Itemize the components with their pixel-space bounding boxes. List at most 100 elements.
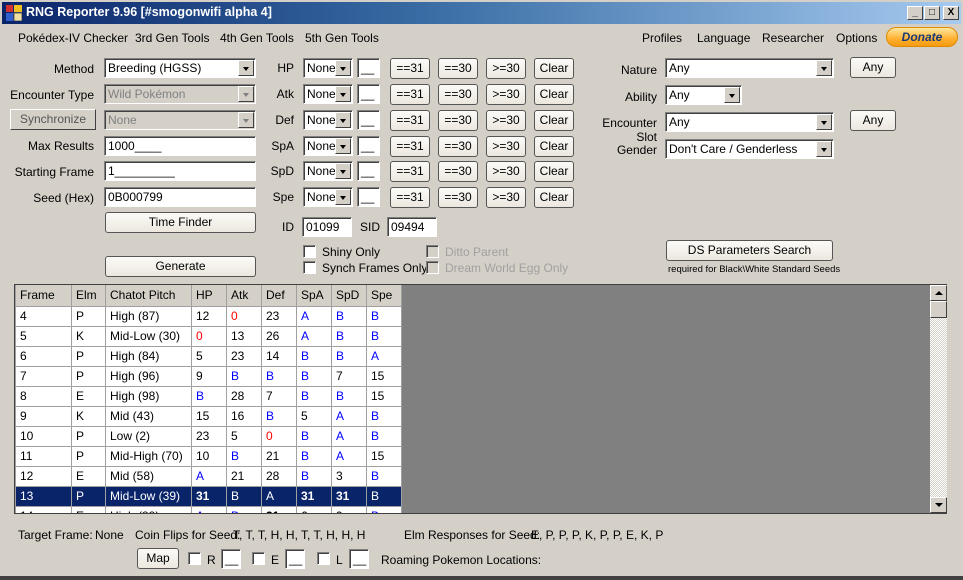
shiny-only-checkbox[interactable] [303,245,316,258]
table-row[interactable]: 7 P High (96) 9 B B B 7 15 [15,365,402,387]
iv-atk-value-input[interactable]: __ [357,84,380,104]
synch-frames-only-checkbox[interactable] [303,261,316,274]
iv-hp-mode-select[interactable]: None [303,58,353,78]
chevron-down-icon[interactable] [816,60,832,76]
iv-atk-eq31-button[interactable]: ==31 [390,84,430,105]
chevron-down-icon[interactable] [335,112,351,128]
chevron-down-icon[interactable] [335,138,351,154]
column-header-chatot-pitch[interactable]: Chatot Pitch [105,285,192,307]
menu-3rd-gen-tools[interactable]: 3rd Gen Tools [135,31,210,45]
sid-input[interactable]: 09494 [387,217,437,237]
iv-spa-mode-select[interactable]: None [303,136,353,156]
table-row[interactable]: 11 P Mid-High (70) 10 B 21 B A 15 [15,445,402,467]
chevron-down-icon[interactable] [335,86,351,102]
iv-spd-eq30-button[interactable]: ==30 [438,161,478,182]
iv-def-eq31-button[interactable]: ==31 [390,110,430,131]
iv-spa-eq30-button[interactable]: ==30 [438,136,478,157]
table-row[interactable]: 5 K Mid-Low (30) 0 13 26 A B B [15,325,402,347]
chevron-down-icon[interactable] [335,189,351,205]
column-header-hp[interactable]: HP [191,285,227,307]
table-row[interactable]: 14EHigh (88)AB3169B [15,505,402,513]
iv-spa-value-input[interactable]: __ [357,136,380,156]
iv-spe-eq31-button[interactable]: ==31 [390,187,430,208]
minimize-button[interactable]: _ [907,6,923,20]
menu-5th-gen-tools[interactable]: 5th Gen Tools [305,31,379,45]
iv-hp-value-input[interactable]: __ [357,58,380,78]
nature-any-button[interactable]: Any [850,57,896,78]
iv-atk-clear-button[interactable]: Clear [534,84,574,105]
roamer-r-input[interactable]: __ [221,549,241,569]
menu-profiles[interactable]: Profiles [642,31,682,45]
iv-spe-mode-select[interactable]: None [303,187,353,207]
maximize-button[interactable]: □ [924,6,940,20]
column-header-atk[interactable]: Atk [226,285,262,307]
chevron-down-icon[interactable] [335,163,351,179]
iv-hp-clear-button[interactable]: Clear [534,58,574,79]
method-select[interactable]: Breeding (HGSS) [104,58,256,78]
donate-button[interactable]: Donate [886,27,958,47]
iv-hp-eq30-button[interactable]: ==30 [438,58,478,79]
column-header-spe[interactable]: Spe [366,285,402,307]
menu-4th-gen-tools[interactable]: 4th Gen Tools [220,31,294,45]
table-row[interactable]: 8 E High (98) B 28 7 B B 15 [15,385,402,407]
close-button[interactable]: X [943,6,959,20]
iv-hp-eq31-button[interactable]: ==31 [390,58,430,79]
iv-spe-ge30-button[interactable]: >=30 [486,187,526,208]
iv-spa-eq31-button[interactable]: ==31 [390,136,430,157]
iv-spd-value-input[interactable]: __ [357,161,380,181]
column-header-frame[interactable]: Frame [15,285,72,307]
table-row[interactable]: 4 P High (87) 12 0 23 A B B [15,305,402,327]
iv-def-clear-button[interactable]: Clear [534,110,574,131]
scroll-down-icon[interactable] [930,497,947,513]
column-header-elm[interactable]: Elm [71,285,106,307]
iv-hp-ge30-button[interactable]: >=30 [486,58,526,79]
map-button[interactable]: Map [137,548,179,569]
chevron-down-icon[interactable] [335,60,351,76]
column-header-spa[interactable]: SpA [296,285,332,307]
id-input[interactable]: 01099 [302,217,352,237]
iv-spe-clear-button[interactable]: Clear [534,187,574,208]
table-row[interactable]: 10 P Low (2) 23 5 0 B A B [15,425,402,447]
iv-spe-eq30-button[interactable]: ==30 [438,187,478,208]
iv-spd-ge30-button[interactable]: >=30 [486,161,526,182]
table-row[interactable]: 9 K Mid (43) 15 16 B 5 A B [15,405,402,427]
chevron-down-icon[interactable] [238,60,254,76]
roamer-e-input[interactable]: __ [285,549,305,569]
iv-def-value-input[interactable]: __ [357,110,380,130]
results-scrollbar[interactable] [930,285,947,513]
scroll-up-icon[interactable] [930,285,947,301]
nature-select[interactable]: Any [665,58,834,78]
ds-parameters-search-button[interactable]: DS Parameters Search [666,240,833,261]
roamer-r-checkbox[interactable] [188,552,201,565]
chevron-down-icon[interactable] [816,141,832,157]
time-finder-button[interactable]: Time Finder [105,212,256,233]
iv-spa-ge30-button[interactable]: >=30 [486,136,526,157]
iv-spd-mode-select[interactable]: None [303,161,353,181]
iv-atk-eq30-button[interactable]: ==30 [438,84,478,105]
max-results-input[interactable]: 1000____ [104,136,256,156]
roamer-e-checkbox[interactable] [252,552,265,565]
menu-language[interactable]: Language [697,31,750,45]
column-header-def[interactable]: Def [261,285,297,307]
iv-spd-clear-button[interactable]: Clear [534,161,574,182]
iv-def-eq30-button[interactable]: ==30 [438,110,478,131]
iv-spa-clear-button[interactable]: Clear [534,136,574,157]
iv-def-mode-select[interactable]: None [303,110,353,130]
column-header-spd[interactable]: SpD [331,285,367,307]
iv-spe-value-input[interactable]: __ [357,187,380,207]
iv-atk-mode-select[interactable]: None [303,84,353,104]
gender-select[interactable]: Don't Care / Genderless [665,139,834,159]
encounter-slot-select[interactable]: Any [665,112,834,132]
roamer-l-checkbox[interactable] [317,552,330,565]
scroll-thumb[interactable] [930,301,947,318]
iv-def-ge30-button[interactable]: >=30 [486,110,526,131]
menu-pokedex-iv-checker[interactable]: Pokédex-IV Checker [18,31,128,45]
iv-spd-eq31-button[interactable]: ==31 [390,161,430,182]
starting-frame-input[interactable]: 1_________ [104,161,256,181]
menu-options[interactable]: Options [836,31,877,45]
generate-button[interactable]: Generate [105,256,256,277]
chevron-down-icon[interactable] [724,87,740,103]
chevron-down-icon[interactable] [816,114,832,130]
menu-researcher[interactable]: Researcher [762,31,824,45]
iv-atk-ge30-button[interactable]: >=30 [486,84,526,105]
